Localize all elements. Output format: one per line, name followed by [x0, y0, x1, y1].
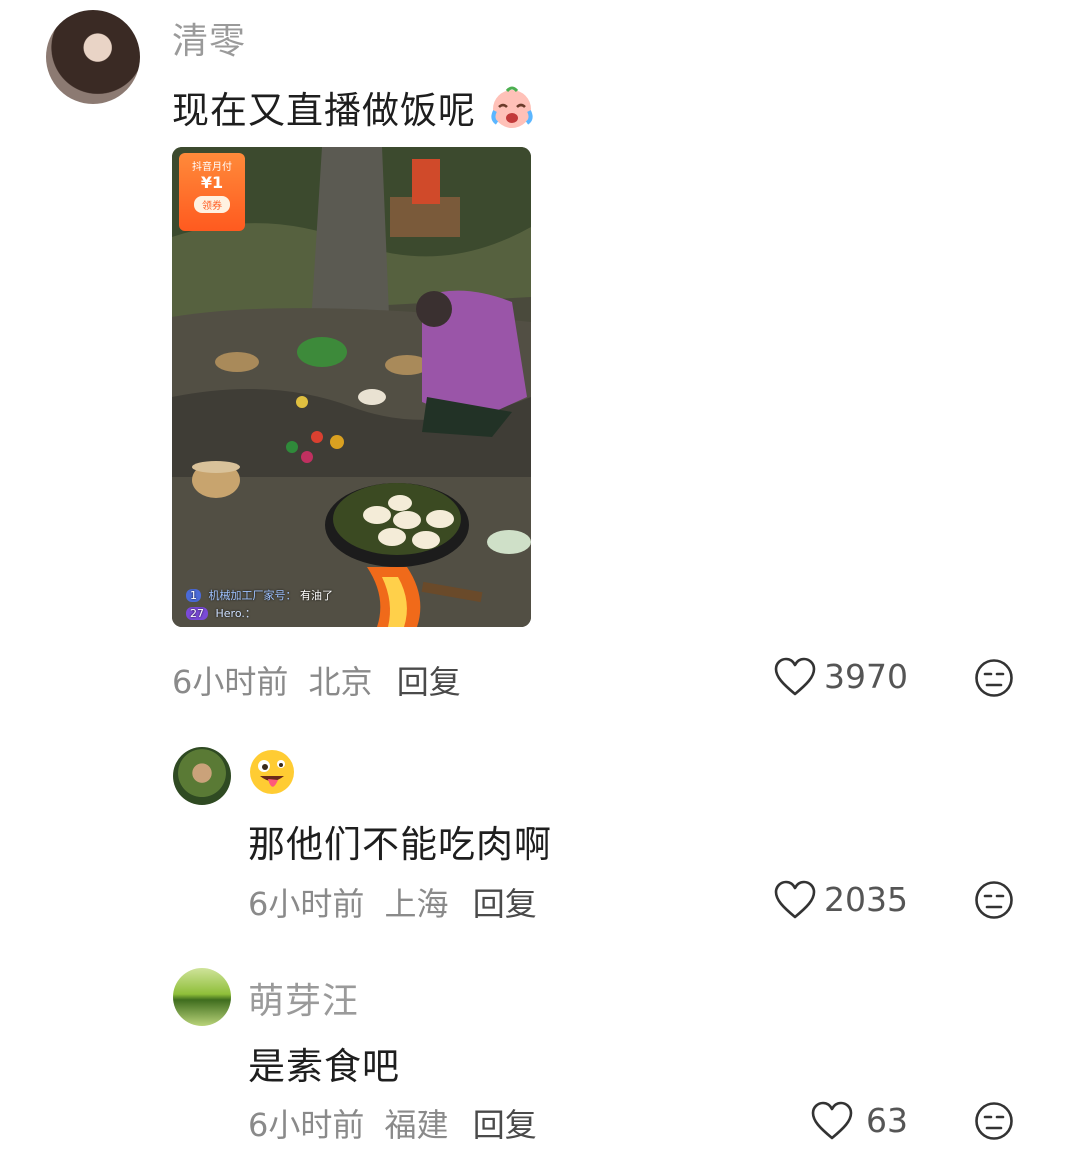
- reply-button[interactable]: 回复: [397, 663, 461, 701]
- comment-username[interactable]: 萌芽汪: [248, 972, 359, 1024]
- live-comment: 1 机械加工厂家号： 有油了: [186, 587, 333, 603]
- comment-text: 那他们不能吃肉啊: [248, 823, 552, 866]
- avatar[interactable]: [46, 10, 140, 104]
- live-comment: 27 Hero.：: [186, 605, 256, 621]
- crying-face-emoji-icon: [491, 86, 533, 128]
- coupon-title: 抖音月付: [192, 162, 232, 173]
- unamused-face-icon[interactable]: [974, 1101, 1014, 1141]
- comment-time: 6小时前: [248, 885, 365, 923]
- fan-level-badge: 27: [186, 607, 208, 620]
- comment-text: 现在又直播做饭呢: [172, 80, 535, 134]
- like-count: 2035: [824, 880, 908, 919]
- unamused-face-icon[interactable]: [974, 658, 1014, 698]
- comment-location: 福建: [384, 1106, 449, 1144]
- heart-outline-icon[interactable]: [773, 879, 817, 921]
- zany-face-emoji-icon: [250, 750, 294, 794]
- comment-meta: 6小时前 上海 回复: [248, 879, 537, 925]
- like-count: 3970: [824, 657, 908, 696]
- avatar[interactable]: [173, 968, 231, 1026]
- live-comment-user: 机械加工厂家号：: [208, 589, 297, 602]
- live-comment-user: Hero.：: [215, 607, 256, 620]
- unamused-face-icon[interactable]: [974, 880, 1014, 920]
- comment-time: 6小时前: [248, 1106, 365, 1144]
- comment-location: 北京: [308, 663, 373, 701]
- comment-meta: 6小时前 北京 回复: [172, 657, 461, 703]
- like-count: 63: [866, 1101, 908, 1140]
- reply-button[interactable]: 回复: [473, 1106, 537, 1144]
- comment-location: 上海: [384, 885, 449, 923]
- live-comment-text: 有油了: [300, 589, 333, 602]
- avatar[interactable]: [173, 747, 231, 805]
- comment-meta: 6小时前 福建 回复: [248, 1100, 537, 1146]
- coupon-button[interactable]: 领券: [194, 196, 230, 213]
- heart-outline-icon[interactable]: [810, 1100, 854, 1142]
- comment-text: 是素食吧: [248, 1045, 400, 1088]
- comment-image[interactable]: 抖音月付 ¥1 领券 1 机械加工厂家号： 有油了 27 Hero.：: [172, 147, 531, 627]
- fan-level-badge: 1: [186, 589, 201, 602]
- reply-button[interactable]: 回复: [473, 885, 537, 923]
- comment-time: 6小时前: [172, 663, 289, 701]
- comment-text-content: 现在又直播做饭呢: [172, 89, 476, 132]
- coupon-badge[interactable]: 抖音月付 ¥1 领券: [179, 153, 245, 231]
- coupon-amount: ¥1: [200, 173, 224, 192]
- heart-outline-icon[interactable]: [773, 656, 817, 698]
- comment-username[interactable]: 清零: [172, 12, 246, 64]
